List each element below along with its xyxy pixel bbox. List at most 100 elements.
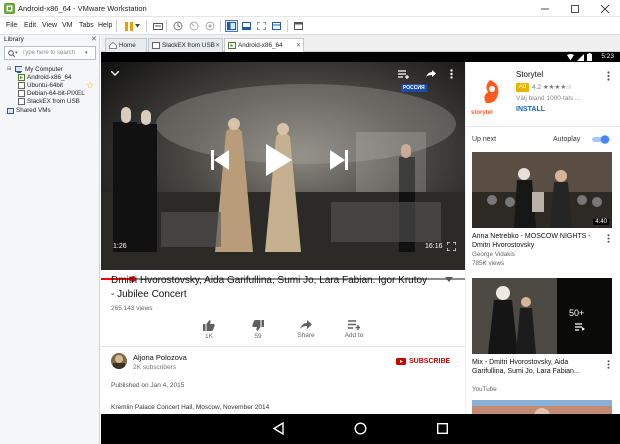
snapshot-manager-icon [205,21,214,31]
menu-vm[interactable]: VM [62,22,73,29]
vm-running-icon [18,74,25,81]
library-search-input[interactable] [22,48,78,58]
close-tab-icon[interactable]: ✕ [215,42,220,49]
autoplay-toggle[interactable] [591,135,611,144]
snapshot-icon [173,21,182,31]
computer-icon [15,66,22,73]
menu-edit[interactable]: Edit [24,22,36,29]
console-view-button[interactable] [292,20,305,32]
shared-vms-icon [7,108,14,114]
more-vert-icon[interactable] [607,71,610,81]
revert-snapshot-button[interactable] [187,20,200,32]
share-icon [300,320,312,329]
next-icon[interactable] [330,150,348,170]
channel-name[interactable]: Aljona Polozova [133,353,187,362]
full-screen-icon [257,22,266,30]
vm-icon [152,42,160,49]
recents-icon[interactable] [437,423,448,434]
search-dropdown-icon[interactable]: ▾ [15,50,18,56]
menu-view[interactable]: View [42,22,57,29]
close-window-button[interactable] [590,0,620,17]
vmware-logo-icon [4,3,15,14]
more-vert-icon[interactable] [450,69,453,79]
ad-rating-value: 4.2 [532,84,542,91]
ad-stars: ★★★★☆ [542,84,572,91]
related-video-image [472,278,612,354]
keyboard-icon [152,22,163,30]
full-screen-button[interactable] [255,20,268,32]
snapshot-button[interactable] [171,20,184,32]
home-icon[interactable] [354,422,367,435]
share-button[interactable]: Share [286,320,326,339]
minimize-button[interactable] [530,0,560,17]
console-view-icon [294,22,303,30]
maximize-button[interactable] [560,0,590,17]
power-dropdown-button[interactable] [133,20,141,32]
minimize-player-icon[interactable] [111,71,119,76]
tree-item-slackex-from-usb[interactable]: SlackEX from USB [0,97,100,106]
toolbar-divider [116,20,117,32]
previous-icon[interactable] [211,150,229,170]
channel-subscribers: 2K subscribers [133,364,176,371]
related-video-image [472,152,612,228]
menu-tabs[interactable]: Tabs [79,22,94,29]
expand-description-icon[interactable] [445,277,453,282]
related-channel: George Vidakis [472,251,515,258]
install-button[interactable]: INSTALL [516,106,545,113]
more-vert-icon[interactable] [607,234,613,243]
thumbnail-bar-button[interactable] [240,20,253,32]
library-label: Library [4,36,24,43]
search-options-icon[interactable]: ▾ [85,50,88,56]
close-library-icon[interactable]: ✕ [91,35,97,43]
search-icon [8,50,15,57]
playlist-icon [575,323,585,331]
fullscreen-icon[interactable] [447,242,456,251]
send-ctrl-alt-del-button[interactable] [151,20,164,32]
tree-item-shared-vms[interactable]: Shared VMs [0,106,100,115]
ad-description: Välj bland 1000-tals ... [516,95,581,102]
like-button[interactable]: 1K [189,320,229,340]
ad-title[interactable]: Storytel [516,70,543,79]
channel-logo: РОССИЯ [401,84,427,92]
menu-bar: File Edit View VM Tabs Help [0,17,620,35]
related-thumbnail[interactable]: 4:40 [472,152,612,228]
divider [466,126,620,127]
back-icon[interactable] [273,422,284,435]
add-to-label: Add to [344,332,364,339]
unity-icon [272,22,281,30]
video-player[interactable]: РОССИЯ 1:26 16:16 [101,62,465,270]
tree-collapse-icon[interactable]: ⊟ [7,66,12,72]
chevron-down-icon [134,24,140,28]
more-vert-icon[interactable] [607,360,613,369]
published-date: Published on Jan 4, 2015 [111,382,185,389]
related-title[interactable]: Anna Netrebko - MOSCOW NIGHTS - Dmitri H… [472,232,602,250]
video-description: Kremlin Palace Concert Hall, Moscow, Nov… [111,404,270,411]
show-library-button[interactable] [225,20,238,32]
unity-button[interactable] [270,20,283,32]
subscribe-button[interactable]: SUBSCRIBE [396,358,450,365]
related-title[interactable]: Mix - Dmitri Hvorostovsky, Aida Garifull… [472,358,602,376]
library-search: ▾ ▾ [4,46,96,60]
vm-icon [18,90,25,97]
dislike-button[interactable]: 59 [238,320,278,340]
play-icon[interactable] [266,144,292,176]
snapshot-manager-button[interactable] [203,20,216,32]
channel-avatar[interactable] [111,353,127,369]
menu-file[interactable]: File [6,22,17,29]
thumbs-down-icon [252,320,264,331]
tab-slackex-from-usb[interactable]: SlackEX from USB ✕ [148,38,223,52]
ad-badge: Ad [516,83,529,92]
add-to-queue-icon[interactable] [398,70,410,79]
divider [101,346,465,347]
add-to-button[interactable]: Add to [334,320,374,339]
related-thumbnail[interactable]: 50+ [472,278,612,354]
tab-home[interactable]: Home [105,38,147,52]
menu-help[interactable]: Help [98,22,112,29]
duration-time: 16:16 [425,243,443,250]
close-tab-icon[interactable]: ✕ [296,42,301,49]
share-icon[interactable] [426,70,436,78]
storytel-logo-icon[interactable] [474,76,506,108]
minimize-icon [541,8,549,9]
toolbar-divider [166,20,167,32]
tab-android-x86-64[interactable]: Android-x86_64 ✕ [224,38,304,53]
